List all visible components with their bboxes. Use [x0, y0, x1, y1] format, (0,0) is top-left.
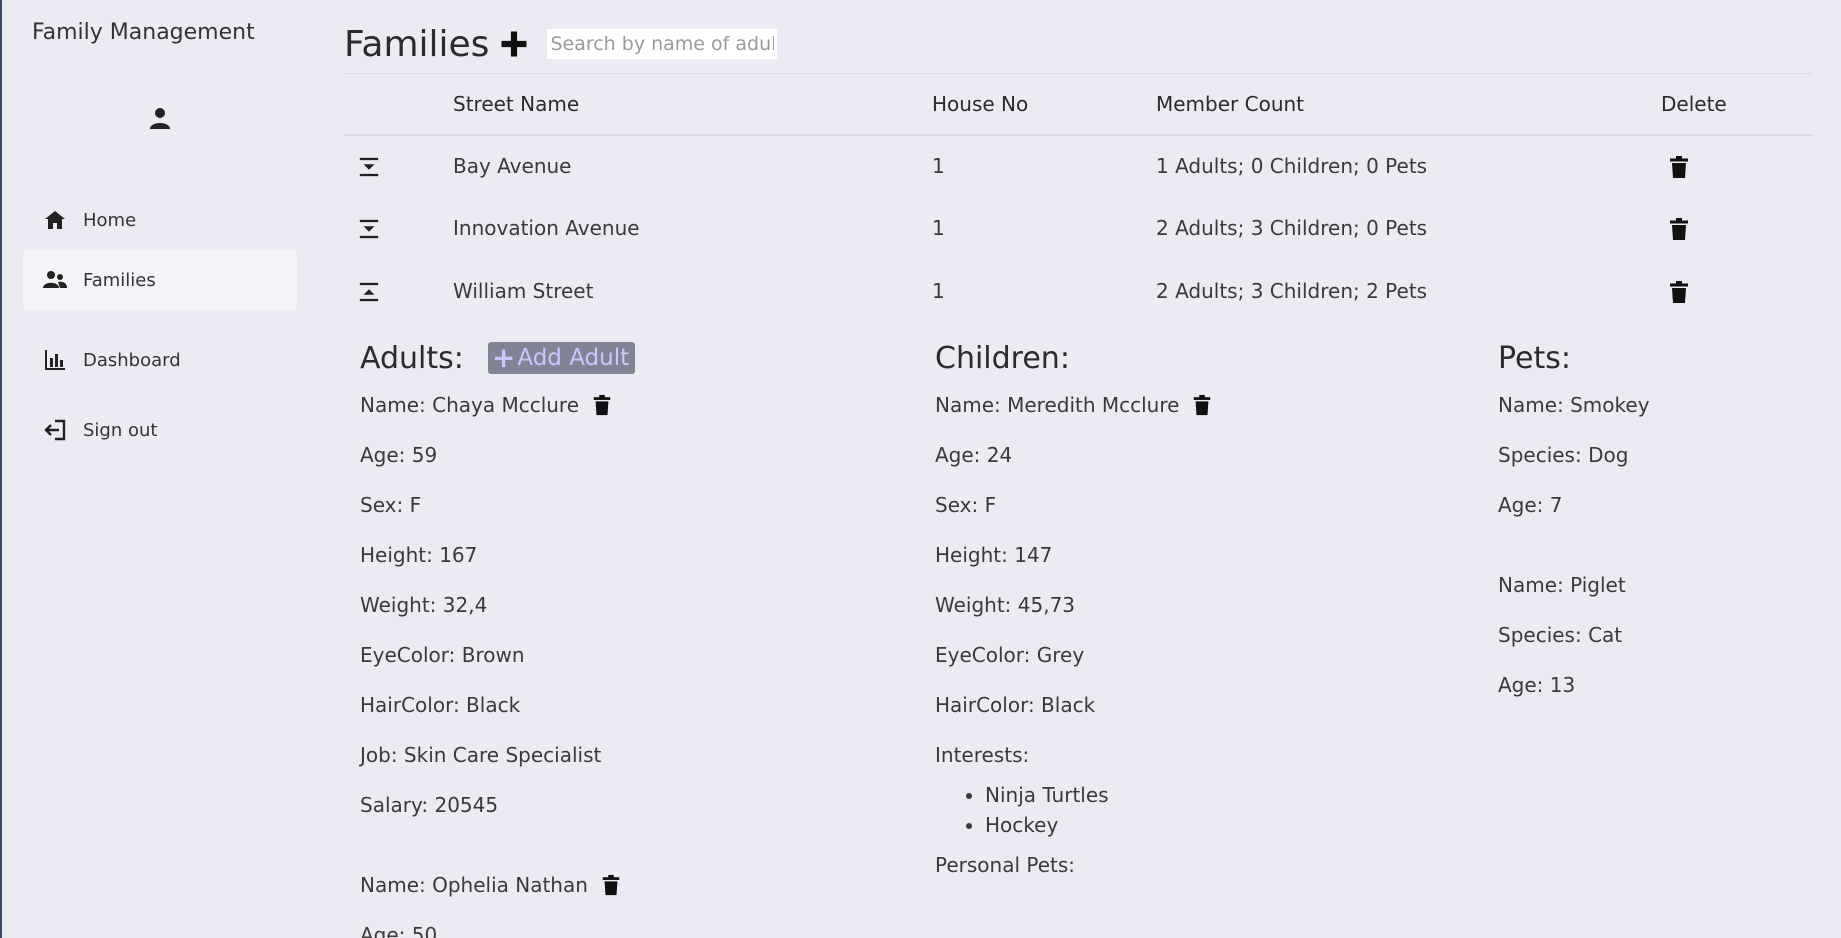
- adult-salary: Salary: 20545: [360, 793, 499, 817]
- child-sex: Sex: F: [935, 493, 997, 517]
- cell-house: 1: [932, 279, 945, 303]
- nav-item-home[interactable]: Home: [23, 190, 297, 250]
- pet-species: Species: Cat: [1498, 623, 1623, 647]
- pets-title: Pets:: [1498, 340, 1571, 376]
- child-name: Name: Meredith Mcclure: [935, 380, 1213, 430]
- title-row: Families: [344, 20, 778, 68]
- cell-house: 1: [932, 216, 945, 240]
- table-row[interactable]: William Street 1 2 Adults; 3 Children; 2…: [344, 261, 1812, 323]
- trash-icon[interactable]: [600, 874, 622, 896]
- nav-label-home: Home: [83, 209, 137, 231]
- adult-name-text: Name: Chaya Mcclure: [360, 393, 580, 417]
- home-icon: [45, 211, 65, 229]
- nav-item-families[interactable]: Families: [23, 250, 297, 310]
- adult-job: Job: Skin Care Specialist: [360, 743, 602, 767]
- trash-icon[interactable]: [1667, 217, 1691, 241]
- expand-down-icon[interactable]: [358, 156, 380, 178]
- chart-icon: [45, 350, 65, 370]
- adult-weight: Weight: 32,4: [360, 593, 488, 617]
- cell-street: Bay Avenue: [453, 154, 572, 178]
- adults-section: Adults: + Add Adult Name: Chaya Mcclure …: [360, 336, 636, 938]
- cell-street: William Street: [453, 279, 594, 303]
- cell-members: 1 Adults; 0 Children; 0 Pets: [1156, 154, 1428, 178]
- expand-down-icon[interactable]: [358, 218, 380, 240]
- column-header-delete: Delete: [1661, 92, 1727, 116]
- trash-icon[interactable]: [1667, 280, 1691, 304]
- nav-label-dashboard: Dashboard: [83, 349, 181, 371]
- column-header-house: House No: [932, 92, 1029, 116]
- adult-age: Age: 50: [360, 923, 438, 938]
- pet-species: Species: Dog: [1498, 443, 1629, 467]
- pet-name: Name: Piglet: [1498, 573, 1626, 597]
- page-title: Families: [344, 23, 490, 65]
- child-hair-color: HairColor: Black: [935, 693, 1096, 717]
- adults-title: Adults:: [360, 340, 464, 376]
- child-personal-pets-label: Personal Pets:: [935, 853, 1076, 877]
- cell-street: Innovation Avenue: [453, 216, 640, 240]
- collapse-up-icon[interactable]: [358, 281, 380, 303]
- adult-age: Age: 59: [360, 443, 438, 467]
- add-family-icon[interactable]: [499, 29, 529, 59]
- nav-item-dashboard[interactable]: Dashboard: [23, 330, 297, 390]
- sidebar: Family Management Home Families Dashboar…: [2, 0, 322, 938]
- children-title: Children:: [935, 340, 1070, 376]
- pet-age: Age: 7: [1498, 493, 1563, 517]
- users-icon: [43, 271, 67, 288]
- adult-eye-color: EyeColor: Brown: [360, 643, 525, 667]
- table-row[interactable]: Bay Avenue 1 1 Adults; 0 Children; 0 Pet…: [344, 136, 1812, 198]
- adult-hair-color: HairColor: Black: [360, 693, 521, 717]
- adult-sex: Sex: F: [360, 493, 422, 517]
- plus-icon: +: [491, 341, 516, 374]
- column-header-street: Street Name: [453, 92, 580, 116]
- cell-members: 2 Adults; 3 Children; 0 Pets: [1156, 216, 1428, 240]
- child-age: Age: 24: [935, 443, 1013, 467]
- brand-title: Family Management: [32, 20, 255, 45]
- child-name-text: Name: Meredith Mcclure: [935, 393, 1180, 417]
- child-height: Height: 147: [935, 543, 1053, 567]
- table-row[interactable]: Innovation Avenue 1 2 Adults; 3 Children…: [344, 198, 1812, 260]
- user-icon[interactable]: [148, 106, 172, 130]
- list-item: Hockey: [985, 810, 1213, 840]
- list-item: Ninja Turtles: [985, 780, 1213, 810]
- pet-age: Age: 13: [1498, 673, 1576, 697]
- add-adult-button[interactable]: + Add Adult: [487, 341, 636, 374]
- add-adult-label: Add Adult: [517, 345, 630, 371]
- children-section: Children: Name: Meredith Mcclure Age: 24…: [935, 336, 1213, 890]
- adult-name: Name: Chaya Mcclure: [360, 380, 635, 430]
- trash-icon[interactable]: [1667, 155, 1691, 179]
- nav-label-sign-out: Sign out: [83, 419, 158, 441]
- child-interests-label: Interests:: [935, 743, 1030, 767]
- pets-section: Pets: Name: Smokey Species: Dog Age: 7 N…: [1498, 336, 1650, 710]
- trash-icon[interactable]: [591, 394, 613, 416]
- child-weight: Weight: 45,73: [935, 593, 1076, 617]
- sign-out-icon: [44, 419, 66, 441]
- adult-name-text: Name: Ophelia Nathan: [360, 873, 588, 897]
- adult-name: Name: Ophelia Nathan: [360, 860, 635, 910]
- app-root: Family Management Home Families Dashboar…: [0, 0, 1841, 938]
- nav-item-sign-out[interactable]: Sign out: [23, 400, 297, 460]
- adult-height: Height: 167: [360, 543, 478, 567]
- child-eye-color: EyeColor: Grey: [935, 643, 1085, 667]
- column-header-members: Member Count: [1156, 92, 1305, 116]
- trash-icon[interactable]: [1191, 394, 1213, 416]
- cell-house: 1: [932, 154, 945, 178]
- search-input[interactable]: [547, 29, 778, 59]
- interests-list: Ninja Turtles Hockey: [985, 780, 1213, 840]
- cell-members: 2 Adults; 3 Children; 2 Pets: [1156, 279, 1428, 303]
- nav-label-families: Families: [83, 269, 156, 291]
- pet-name: Name: Smokey: [1498, 393, 1650, 417]
- table-header: Street Name House No Member Count Delete: [344, 74, 1812, 136]
